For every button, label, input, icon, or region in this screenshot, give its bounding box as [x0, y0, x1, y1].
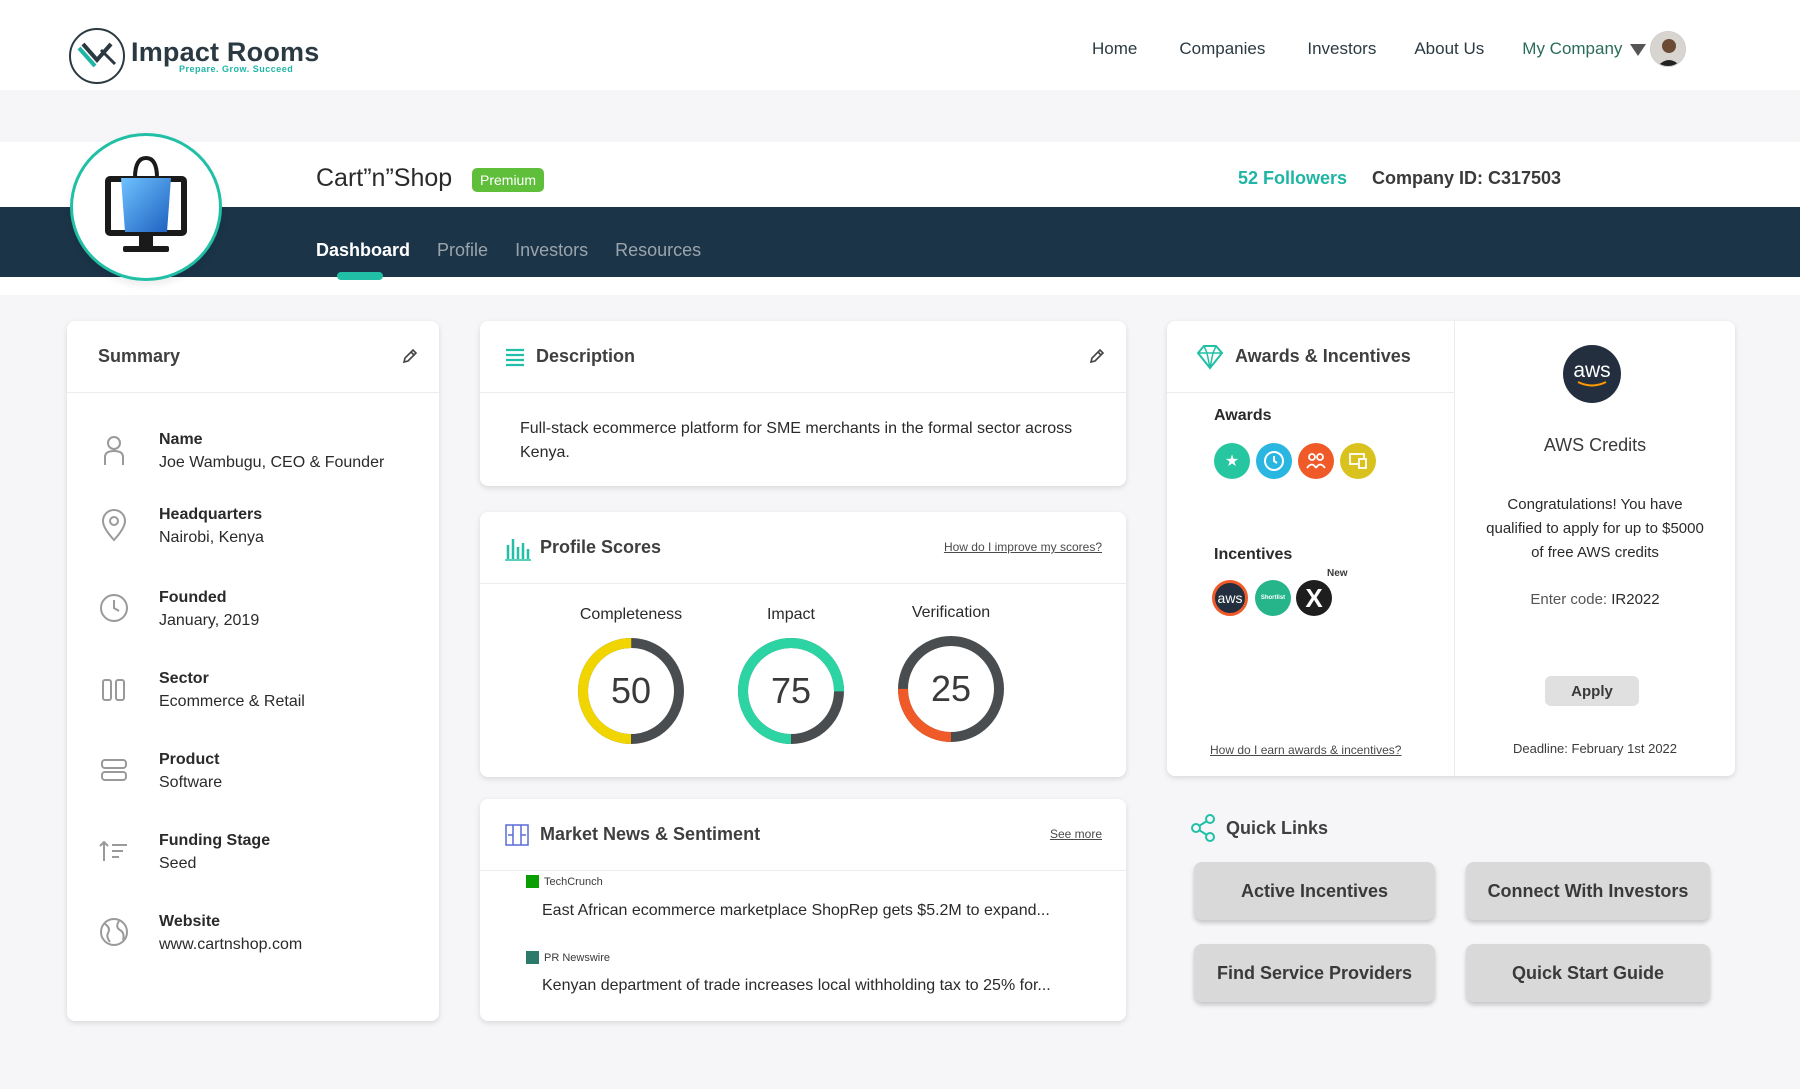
share-icon: [1191, 814, 1215, 842]
list-icon: [506, 348, 524, 366]
aws-icon[interactable]: aws: [1212, 580, 1248, 616]
caret-down-icon[interactable]: [1630, 44, 1647, 56]
aws-code-line: Enter code: IR2022: [1530, 591, 1660, 608]
company-tab-bar: [0, 207, 1800, 277]
company-name: Cart”n”Shop: [316, 164, 453, 192]
aws-credits-panel: aws AWS Credits Congratulations! You hav…: [1455, 321, 1735, 776]
server-icon: [101, 759, 127, 781]
diamond-icon: [1196, 344, 1224, 370]
news-headline[interactable]: Kenyan department of trade increases loc…: [542, 977, 1051, 995]
description-card: Description Full-stack ecommerce platfor…: [480, 321, 1126, 486]
description-title: Description: [536, 346, 636, 366]
awards-label: Awards: [1214, 407, 1272, 424]
clock-icon: [100, 594, 128, 622]
score-value: 50: [610, 670, 652, 711]
pencil-icon[interactable]: [1088, 347, 1106, 365]
aws-credits-message: Congratulations! You have qualified to a…: [1486, 496, 1704, 561]
news-source: PR Newswire: [526, 951, 610, 964]
news-grid-icon: [505, 823, 529, 846]
main-nav: Home Companies Investors About Us My Com…: [1092, 31, 1687, 67]
techcrunch-icon: [526, 875, 539, 888]
summary-funding-stage: Funding Stage Seed: [97, 832, 270, 873]
premium-badge: Premium: [472, 168, 545, 192]
score-value: 25: [930, 668, 972, 709]
website-link[interactable]: www.cartnshop.com: [159, 936, 302, 954]
awards-title: Awards & Incentives: [1235, 346, 1411, 366]
logo-title: Impact Rooms: [131, 37, 320, 67]
summary-headquarters: Headquarters Nairobi, Kenya: [97, 506, 264, 547]
nav-investors[interactable]: Investors: [1307, 39, 1376, 59]
tab-dashboard[interactable]: Dashboard: [316, 240, 410, 261]
company-tabs: Dashboard Profile Investors Resources: [316, 240, 728, 280]
tab-resources[interactable]: Resources: [615, 240, 701, 261]
summary-name: Name Joe Wambugu, CEO & Founder: [97, 431, 384, 472]
aws-deadline: Deadline: February 1st 2022: [1512, 741, 1678, 756]
score-value: 75: [770, 670, 812, 711]
globe-icon: [100, 918, 128, 946]
new-badge: New: [1327, 568, 1348, 579]
nav-about-us[interactable]: About Us: [1414, 39, 1484, 59]
score-verification: Verification 25: [891, 604, 1011, 744]
pr-newswire-icon: [526, 951, 539, 964]
people-icon[interactable]: [1298, 443, 1334, 479]
news-source: TechCrunch: [526, 875, 603, 888]
incentives-label: Incentives: [1214, 546, 1293, 563]
aws-logo: aws: [1563, 345, 1621, 403]
summary-title: Summary: [98, 346, 181, 366]
summary-sector: Sector Ecommerce & Retail: [97, 670, 305, 711]
active-tab-indicator: [337, 272, 383, 280]
shopping-bag-monitor-icon: [105, 155, 187, 252]
apply-button[interactable]: Apply: [1545, 676, 1639, 706]
tab-investors[interactable]: Investors: [515, 240, 588, 261]
awards-incentives-card: Awards & Incentives Awards ★ Incentives …: [1167, 321, 1735, 776]
devices-icon[interactable]: [1340, 443, 1376, 479]
profile-scores-title: Profile Scores: [540, 537, 662, 557]
summary-product: Product Software: [97, 751, 222, 792]
top-navigation-bar: Impact Rooms Prepare. Grow. Succeed Home…: [0, 0, 1800, 90]
columns-icon: [102, 679, 125, 701]
news-headline[interactable]: East African ecommerce marketplace ShopR…: [542, 902, 1050, 920]
impact-rooms-logo[interactable]: Impact Rooms Prepare. Grow. Succeed: [69, 28, 319, 84]
description-text: Full-stack ecommerce platform for SME me…: [520, 420, 1073, 461]
connect-investors-button[interactable]: Connect With Investors: [1466, 862, 1710, 920]
location-pin-icon: [101, 509, 127, 542]
x-icon[interactable]: X: [1296, 580, 1332, 616]
active-incentives-button[interactable]: Active Incentives: [1194, 862, 1435, 920]
score-completeness: Completeness 50: [571, 606, 691, 746]
quick-links-title: Quick Links: [1226, 818, 1329, 838]
company-logo: [70, 133, 222, 281]
bar-chart-icon: [505, 538, 531, 561]
market-news-card: Market News & Sentiment See more TechCru…: [480, 799, 1126, 1021]
find-service-providers-button[interactable]: Find Service Providers: [1194, 944, 1435, 1002]
profile-scores-card: Profile Scores How do I improve my score…: [480, 512, 1126, 777]
company-id: Company ID: C317503: [1372, 168, 1562, 188]
nav-home[interactable]: Home: [1092, 39, 1137, 59]
summary-founded: Founded January, 2019: [97, 589, 259, 630]
star-icon[interactable]: ★: [1214, 443, 1250, 479]
nav-my-company[interactable]: My Company: [1522, 39, 1622, 59]
improve-scores-link[interactable]: How do I improve my scores?: [944, 540, 1102, 554]
pencil-icon[interactable]: [401, 347, 419, 365]
followers-count[interactable]: 52 Followers: [1238, 168, 1347, 189]
promo-code: IR2022: [1611, 591, 1660, 608]
aws-credits-title: AWS Credits: [1543, 435, 1647, 455]
person-icon: [104, 436, 124, 465]
shortlist-icon[interactable]: Shortlist: [1255, 580, 1291, 616]
avatar[interactable]: [1650, 31, 1687, 67]
aws-smile-icon: [1577, 381, 1607, 387]
score-impact: Impact 75: [731, 606, 851, 746]
earn-awards-link[interactable]: How do I earn awards & incentives?: [1210, 743, 1401, 757]
quick-start-guide-button[interactable]: Quick Start Guide: [1466, 944, 1710, 1002]
sort-ascending-icon: [99, 840, 127, 861]
tab-profile[interactable]: Profile: [437, 240, 488, 261]
summary-card: Summary Name Joe Wambugu, CEO & Founder …: [67, 321, 439, 1021]
logo-mark-icon: [69, 28, 125, 84]
summary-website: Website www.cartnshop.com: [97, 913, 302, 954]
clock-icon[interactable]: [1256, 443, 1292, 479]
see-more-link[interactable]: See more: [1050, 827, 1102, 841]
nav-companies[interactable]: Companies: [1179, 39, 1265, 59]
market-news-title: Market News & Sentiment: [540, 824, 761, 844]
